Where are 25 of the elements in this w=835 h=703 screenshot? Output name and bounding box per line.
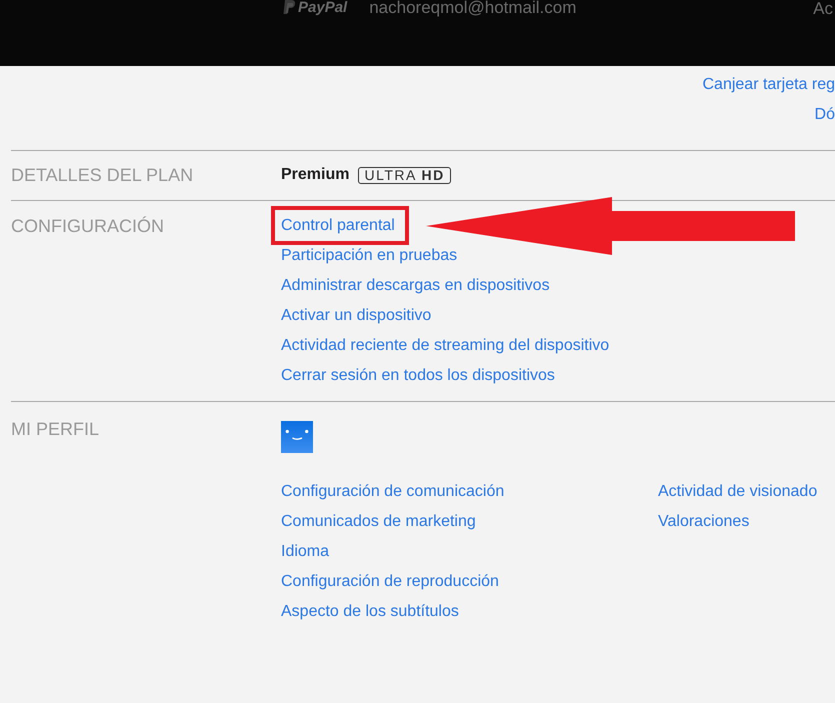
profile-link[interactable]: Configuración de reproducción	[281, 573, 499, 590]
settings-link[interactable]: Actividad reciente de streaming del dispositivo	[281, 337, 610, 354]
settings-link[interactable]: Cerrar sesión en todos los dispositivos	[281, 367, 555, 384]
profile-link[interactable]: Comunicados de marketing	[281, 513, 476, 530]
profile-link[interactable]: Valoraciones	[658, 513, 750, 530]
account-link[interactable]: Dó	[814, 100, 835, 130]
profile-link[interactable]: Actividad de visionado	[658, 483, 818, 500]
settings-link[interactable]: Control parental	[281, 217, 395, 234]
quality-badge: ULTRA HD	[358, 166, 451, 184]
smiley-avatar-icon[interactable]	[281, 421, 313, 453]
top-bar-link[interactable]: Ac	[813, 0, 835, 18]
account-email: nachoreqmol@hotmail.com	[369, 0, 576, 16]
account-link[interactable]: Canjear tarjeta reg	[702, 70, 835, 100]
section-heading: DETALLES DEL PLAN	[11, 164, 194, 187]
profile-link[interactable]: Aspecto de los subtítulos	[281, 603, 459, 620]
payment-logo-icon	[283, 0, 296, 16]
plan-name: Premium	[281, 166, 350, 184]
settings-link[interactable]: Administrar descargas en dispositivos	[281, 277, 550, 294]
settings-link[interactable]: Activar un dispositivo	[281, 307, 432, 324]
settings-link[interactable]: Participación en pruebas	[281, 247, 458, 264]
profile-link[interactable]: Idioma	[281, 543, 330, 560]
section-heading: MI PERFIL	[11, 418, 100, 441]
profile-link[interactable]: Configuración de comunicación	[281, 483, 504, 500]
section-heading: CONFIGURACIÓN	[11, 215, 165, 238]
payment-method-label: PayPal	[298, 0, 348, 16]
